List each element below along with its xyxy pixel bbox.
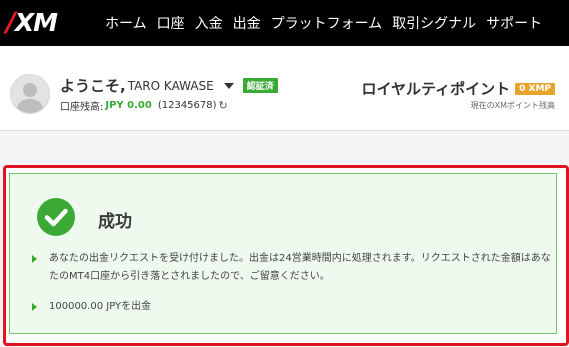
logo-text: XM bbox=[14, 7, 58, 37]
loyalty-title: ロイヤルティポイント bbox=[361, 80, 511, 98]
success-title: 成功 bbox=[98, 212, 132, 232]
main-nav: ホーム 口座 入金 出金 プラットフォーム 取引シグナル サポート bbox=[105, 0, 552, 46]
xmp-badge: 0 XMP bbox=[515, 82, 555, 95]
nav-item-home[interactable]: ホーム bbox=[105, 13, 147, 33]
nav-item-trading-signals[interactable]: 取引シグナル bbox=[392, 13, 476, 33]
success-message-text: あなたの出金リクエストを受け付けました。出金は24営業時間内に処理されます。リク… bbox=[49, 253, 551, 282]
greeting-text: ようこそ, bbox=[60, 77, 126, 95]
nav-item-platform[interactable]: プラットフォーム bbox=[271, 13, 383, 33]
balance-label: 口座残高: bbox=[60, 102, 104, 113]
success-message-item: 100000.00 JPYを出金 bbox=[32, 298, 552, 316]
chevron-down-icon[interactable] bbox=[223, 82, 234, 89]
welcome-section: ようこそ, TARO KAWASE 認証済 口座残高: JPY 0.00 (12… bbox=[0, 68, 569, 118]
user-avatar-icon bbox=[10, 74, 50, 114]
account-number: (12345678) bbox=[157, 100, 217, 111]
triangle-right-icon bbox=[32, 255, 37, 263]
triangle-right-icon bbox=[32, 303, 37, 311]
check-circle-icon bbox=[37, 198, 75, 236]
withdrawal-amount-text: 100000.00 JPYを出金 bbox=[49, 301, 152, 312]
success-alert: 成功 あなたの出金リクエストを受け付けました。出金は24営業時間内に処理されます… bbox=[9, 173, 557, 334]
loyalty-points: ロイヤルティポイント 0 XMP bbox=[361, 78, 555, 99]
nav-item-deposit[interactable]: 入金 bbox=[195, 13, 223, 33]
greeting-line: ようこそ, TARO KAWASE 認証済 bbox=[60, 75, 278, 96]
user-name: TARO KAWASE bbox=[127, 78, 214, 93]
top-nav-bar: / XM ホーム 口座 入金 出金 プラットフォーム 取引シグナル サポート bbox=[0, 0, 569, 46]
loyalty-subtitle: 現在のXMポイント残高 bbox=[470, 101, 555, 110]
verified-badge: 認証済 bbox=[242, 78, 278, 93]
nav-item-account[interactable]: 口座 bbox=[157, 13, 185, 33]
account-balance: 口座残高: JPY 0.00 (12345678) ↻ bbox=[60, 98, 228, 113]
xm-logo[interactable]: / XM bbox=[6, 7, 58, 38]
success-message-item: あなたの出金リクエストを受け付けました。出金は24営業時間内に処理されます。リク… bbox=[32, 250, 552, 286]
nav-item-withdrawal[interactable]: 出金 bbox=[233, 13, 261, 33]
balance-value: JPY 0.00 bbox=[105, 100, 152, 111]
refresh-icon[interactable]: ↻ bbox=[219, 99, 228, 112]
nav-item-support[interactable]: サポート bbox=[486, 13, 542, 33]
